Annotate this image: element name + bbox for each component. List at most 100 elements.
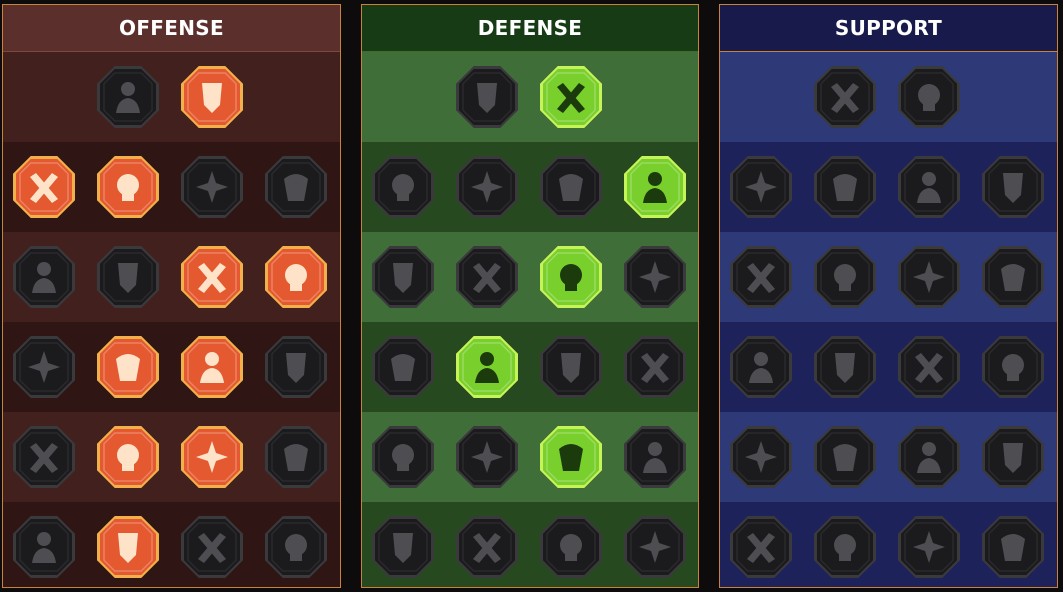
talent-node-raised-fist[interactable] [539,65,603,129]
support-title: SUPPORT [720,5,1057,52]
praying-hands-icon [730,156,792,218]
talent-node-hourglass-skull[interactable] [455,335,519,399]
talent-node-fanged-maw[interactable] [96,245,160,309]
stone-wall-icon [456,66,518,128]
talent-node-bull-head[interactable] [623,335,687,399]
comet-icon [814,336,876,398]
talent-node-blade-slash[interactable] [180,65,244,129]
talent-node-cursed-heart[interactable] [264,155,328,219]
talent-node-sparkling-sword[interactable] [12,515,76,579]
talent-node-knight-shield[interactable] [455,245,519,309]
talent-node-claw-drops[interactable] [455,425,519,489]
talent-node-archer-shield[interactable] [371,245,435,309]
cursed-heart-icon [265,156,327,218]
bleeding-heart-dagger-icon [13,336,75,398]
talent-node-shocked-giant[interactable] [264,425,328,489]
support-tier-row [720,322,1057,412]
talent-node-bearded-warrior[interactable] [539,515,603,579]
deflect-bolt-icon [624,156,686,218]
talent-node-open-book[interactable] [897,335,961,399]
offense-tier-row [3,502,340,587]
talent-node-piercing-lance[interactable] [96,155,160,219]
talent-node-chained-heart[interactable] [729,335,793,399]
offense-tier-row [3,322,340,412]
sword-ring-icon [181,426,243,488]
talent-node-all-seeing-eye[interactable] [897,425,961,489]
talent-node-arrow-pierced-warrior[interactable] [12,245,76,309]
support-tier-row [720,52,1057,142]
talent-node-radiant-skull[interactable] [539,425,603,489]
talent-node-spiked-helm-warrior[interactable] [264,515,328,579]
talent-node-winged-shield[interactable] [455,515,519,579]
talent-node-rope-binding[interactable] [897,65,961,129]
dash-runner-icon [372,426,434,488]
talent-node-arc-shield[interactable] [813,155,877,219]
talent-node-comet[interactable] [813,335,877,399]
talent-node-wind-dash[interactable] [981,155,1045,219]
defense-tier-row [362,412,698,502]
talent-node-sparkle-figure[interactable] [729,245,793,309]
talent-node-shield-break[interactable] [180,155,244,219]
talent-node-staggered-figure[interactable] [981,425,1045,489]
talent-node-open-palm[interactable] [539,335,603,399]
talent-node-armored-torso[interactable] [539,155,603,219]
cracked-ground-icon [898,246,960,308]
defense-panel: DEFENSE [361,4,699,588]
winged-shield-icon [456,516,518,578]
talent-node-eagle-head[interactable] [981,515,1045,579]
talent-node-deflect-bolt[interactable] [623,155,687,219]
talent-node-sword-ring[interactable] [180,425,244,489]
talent-node-compass-star[interactable] [729,425,793,489]
talent-node-heart-plus[interactable] [813,65,877,129]
talent-node-horned-brute[interactable] [180,515,244,579]
talent-node-skull-heart[interactable] [539,245,603,309]
talent-node-dash-runner[interactable] [371,425,435,489]
blade-slash-icon [181,66,243,128]
talent-node-swift-strike[interactable] [623,425,687,489]
swift-strike-icon [624,426,686,488]
talent-node-armored-heart[interactable] [455,155,519,219]
talent-node-horned-demon[interactable] [12,155,76,219]
talent-node-flaming-helmet[interactable] [96,515,160,579]
talent-node-twin-silhouette[interactable] [981,245,1045,309]
talent-node-crossed-swords[interactable] [96,65,160,129]
defense-tier-row [362,322,698,412]
hooded-figure-icon [624,246,686,308]
staggered-figure-icon [982,426,1044,488]
talent-node-boot-speed[interactable] [813,425,877,489]
talent-node-battle-axe[interactable] [180,335,244,399]
talent-node-winged-skull[interactable] [813,515,877,579]
crossed-swords-icon [97,66,159,128]
talent-node-pauldron[interactable] [371,155,435,219]
sparkling-sword-icon [13,516,75,578]
talent-node-praying-hands[interactable] [729,155,793,219]
talent-node-flaming-skull[interactable] [897,155,961,219]
talent-node-spiky-beast[interactable] [371,515,435,579]
offense-tier-row [3,52,340,142]
talent-node-potion-flask[interactable] [729,515,793,579]
compass-star-icon [730,426,792,488]
talent-node-hooded-figure[interactable] [623,245,687,309]
talent-node-stone-wall[interactable] [455,65,519,129]
talent-node-triple-skull[interactable] [96,425,160,489]
talent-node-crowd-rally[interactable] [371,335,435,399]
shocked-giant-icon [265,426,327,488]
talent-node-cracked-ground[interactable] [897,245,961,309]
talent-node-bleeding-heart-dagger[interactable] [12,335,76,399]
support-tier-row [720,142,1057,232]
open-palm-icon [540,336,602,398]
talent-node-fist-hammer[interactable] [96,335,160,399]
talent-node-lightning-chain[interactable] [264,335,328,399]
talent-node-glaring-eyes[interactable] [981,335,1045,399]
arrow-pierced-warrior-icon [13,246,75,308]
offense-panel: OFFENSE [2,4,341,588]
talent-node-crossed-spears[interactable] [12,425,76,489]
talent-node-skull-slash[interactable] [180,245,244,309]
talent-node-lightning-shield[interactable] [813,245,877,309]
chained-heart-icon [730,336,792,398]
talent-node-castle-fist[interactable] [897,515,961,579]
talent-node-reaper-scythe[interactable] [264,245,328,309]
radiant-skull-icon [540,426,602,488]
potion-flask-icon [730,516,792,578]
talent-node-flexing-giant[interactable] [623,515,687,579]
